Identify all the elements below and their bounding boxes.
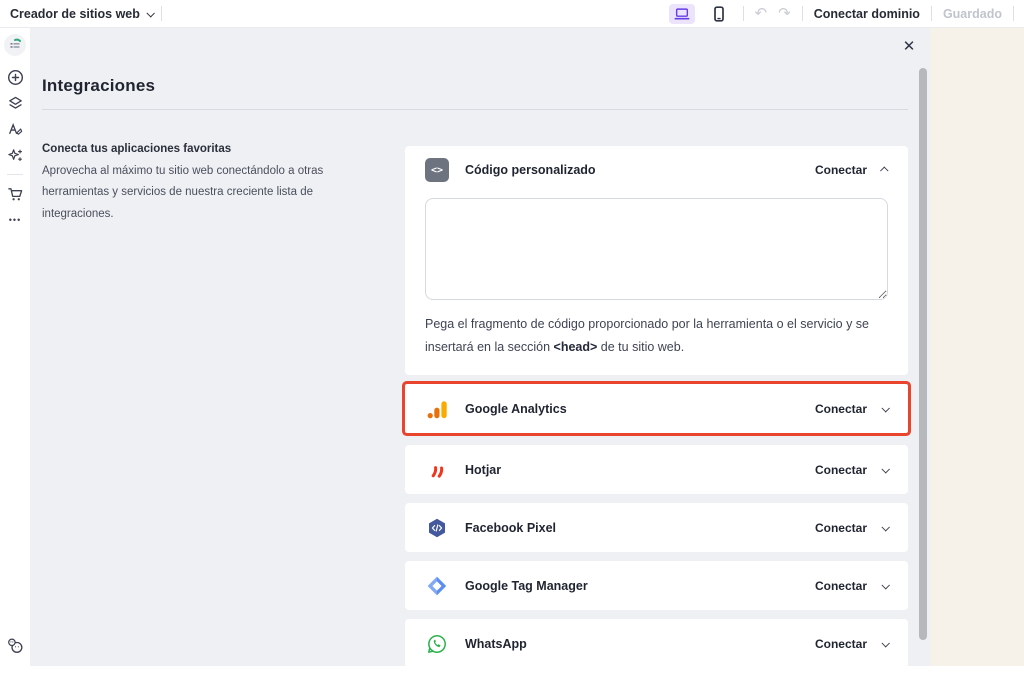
top-bar: Creador de sitios web ↶ ↷ Conectar domin… (0, 0, 1024, 28)
connect-button[interactable]: Conectar (815, 637, 867, 651)
connect-button[interactable]: Conectar (815, 579, 867, 593)
chevron-up-icon[interactable] (880, 166, 888, 174)
custom-code-body: Pega el fragmento de código proporcionad… (405, 194, 908, 375)
chevron-down-icon[interactable] (881, 581, 889, 589)
integration-name: Hotjar (465, 463, 501, 477)
sparkles-icon (7, 147, 24, 164)
smartphone-icon (713, 6, 725, 22)
chevron-down-icon[interactable] (881, 523, 889, 531)
hotjar-icon (425, 458, 449, 482)
add-element-button[interactable] (0, 64, 30, 90)
intro-heading: Conecta tus aplicaciones favoritas (42, 143, 372, 155)
intro-text: Conecta tus aplicaciones favoritas Aprov… (42, 141, 372, 225)
help-text: de tu sitio web. (597, 340, 684, 354)
connect-button[interactable]: Conectar (815, 463, 867, 477)
site-menu-label: Creador de sitios web (10, 7, 140, 21)
integration-row-google-analytics[interactable]: Google Analytics Conectar (405, 384, 908, 433)
facebook-pixel-icon (425, 516, 449, 540)
panel-scrollbar[interactable] (919, 68, 927, 640)
title-divider (42, 109, 908, 110)
saved-status: Guardado (943, 7, 1002, 21)
plus-circle-icon (7, 69, 24, 86)
integration-name: Código personalizado (465, 163, 596, 177)
head-tag-text: <head> (554, 340, 598, 354)
laptop-icon (674, 7, 690, 21)
chevron-down-icon (146, 9, 154, 17)
connect-button[interactable]: Conectar (815, 163, 867, 177)
sections-button[interactable] (0, 90, 30, 116)
divider (1013, 6, 1014, 21)
google-tag-manager-icon (425, 574, 449, 598)
store-button[interactable] (0, 181, 30, 207)
intro-body: Aprovecha al máximo tu sitio web conectá… (42, 161, 372, 225)
divider (743, 6, 744, 21)
more-tools-button[interactable]: ••• (0, 207, 30, 233)
left-sidebar: ••• (0, 28, 30, 666)
layers-icon (7, 95, 24, 112)
integration-name: Facebook Pixel (465, 521, 556, 535)
custom-code-input[interactable] (425, 198, 888, 300)
integration-row-whatsapp[interactable]: WhatsApp Conectar (405, 619, 908, 668)
custom-code-header[interactable]: <> Código personalizado Conectar (405, 146, 908, 194)
divider (931, 6, 932, 21)
whatsapp-icon (425, 632, 449, 656)
page-title: Integraciones (42, 76, 908, 96)
divider (161, 6, 162, 21)
integrations-panel: ✕ Integraciones Conecta tus aplicaciones… (30, 28, 930, 666)
shopping-cart-icon (7, 186, 24, 203)
integration-name: Google Tag Manager (465, 579, 588, 593)
styles-button[interactable] (0, 116, 30, 142)
chevron-down-icon[interactable] (881, 639, 889, 647)
connect-button[interactable]: Conectar (815, 402, 867, 416)
chevron-down-icon[interactable] (881, 465, 889, 473)
help-icon (7, 637, 24, 654)
mobile-view-button[interactable] (706, 4, 732, 24)
undo-button[interactable]: ↶ (755, 6, 768, 21)
integration-row-hotjar[interactable]: Hotjar Conectar (405, 445, 908, 494)
help-button[interactable] (0, 632, 30, 658)
integration-name: WhatsApp (465, 637, 527, 651)
integration-row-facebook-pixel[interactable]: Facebook Pixel Conectar (405, 503, 908, 552)
site-menu-dropdown[interactable]: Creador de sitios web (10, 7, 153, 21)
ai-tools-button[interactable] (0, 142, 30, 168)
sidebar-divider (7, 174, 23, 175)
integration-name: Google Analytics (465, 402, 567, 416)
integration-list: <> Código personalizado Conectar Pega el… (405, 141, 908, 677)
desktop-view-button[interactable] (669, 4, 695, 24)
close-button[interactable]: ✕ (900, 37, 918, 55)
custom-code-help: Pega el fragmento de código proporcionad… (425, 313, 888, 358)
code-icon: <> (425, 158, 449, 182)
design-pen-icon (7, 121, 24, 138)
builder-logo-icon[interactable] (4, 34, 26, 56)
annotation-highlight-box: Google Analytics Conectar (405, 384, 908, 433)
custom-code-icon: <> (425, 158, 449, 182)
connect-domain-button[interactable]: Conectar dominio (814, 7, 920, 21)
google-analytics-icon (425, 397, 449, 421)
redo-button[interactable]: ↷ (778, 6, 791, 21)
custom-code-card: <> Código personalizado Conectar Pega el… (405, 146, 908, 375)
chevron-down-icon[interactable] (881, 404, 889, 412)
integration-row-google-tag-manager[interactable]: Google Tag Manager Conectar (405, 561, 908, 610)
site-canvas-background (930, 28, 1024, 666)
divider (802, 6, 803, 21)
connect-button[interactable]: Conectar (815, 521, 867, 535)
